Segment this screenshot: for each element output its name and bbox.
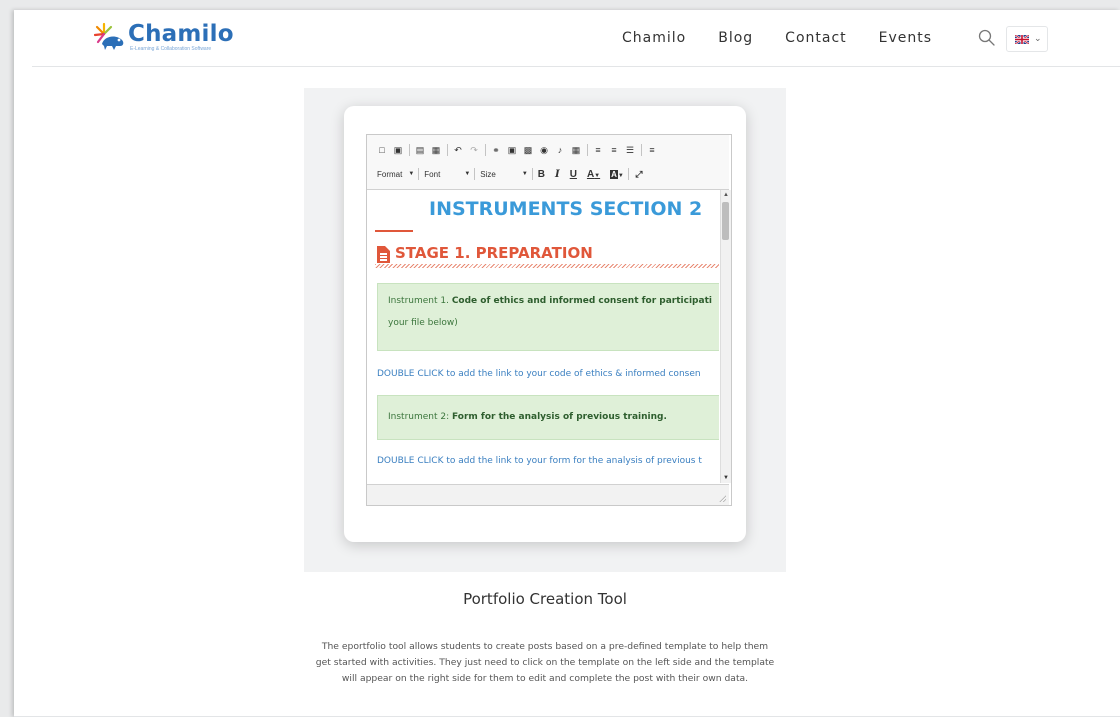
scrollbar-thumb[interactable] [722, 202, 729, 240]
hatched-divider [375, 264, 719, 268]
editor-content[interactable]: INSTRUMENTS SECTION 2 STAGE 1. PREPARATI… [367, 190, 719, 483]
title-underline [375, 230, 413, 232]
search-icon[interactable] [977, 28, 997, 48]
toolbar-separator [587, 144, 588, 156]
feature-title: Portfolio Creation Tool [463, 590, 627, 608]
new-page-icon[interactable]: □ [377, 145, 387, 155]
instrument-1-prefix: Instrument 1. [388, 296, 452, 306]
size-dropdown-label: Size [480, 169, 496, 179]
page: Chamilo E-Learning & Collaboration Softw… [14, 10, 1120, 717]
site-logo[interactable]: Chamilo E-Learning & Collaboration Softw… [94, 22, 234, 52]
flash-icon[interactable]: ◉ [539, 145, 549, 155]
font-dropdown[interactable]: Font ▼ [424, 170, 470, 179]
instrument-2-title: Form for the analysis of previous traini… [452, 412, 667, 422]
paste-word-icon[interactable]: ▦ [431, 145, 441, 155]
bold-button[interactable]: B [538, 169, 545, 180]
chevron-down-icon: ⌄ [1034, 33, 1042, 43]
resize-handle-icon[interactable] [719, 495, 726, 502]
horizontal-rule-icon[interactable]: ☰ [625, 145, 635, 155]
chameleon-logo-icon [94, 22, 124, 50]
scroll-up-icon[interactable]: ▲ [723, 192, 729, 198]
redo-icon[interactable]: ↷ [469, 145, 479, 155]
instrument-2-prefix: Instrument 2: [388, 412, 452, 422]
nav-item-events[interactable]: Events [879, 30, 932, 46]
add-link-instruction-2[interactable]: DOUBLE CLICK to add the link to your for… [377, 456, 702, 466]
text-color-button[interactable]: A▼ [587, 169, 600, 180]
document-title: INSTRUMENTS SECTION 2 [429, 198, 703, 220]
align-left-icon[interactable]: ≡ [647, 145, 657, 155]
toolbar-separator [531, 168, 533, 180]
italic-button[interactable]: I [555, 169, 560, 180]
document-icon [377, 246, 390, 263]
instrument-2-box: Instrument 2: Form for the analysis of p… [377, 395, 719, 440]
toolbar-separator [485, 144, 486, 156]
toolbar-separator [627, 168, 629, 180]
format-dropdown[interactable]: Format ▼ [377, 170, 414, 179]
toolbar-separator [641, 144, 642, 156]
dropdown-arrow-icon: ▼ [617, 172, 624, 179]
image-icon[interactable]: ▣ [507, 145, 517, 155]
numbered-list-icon[interactable]: ≡ [609, 145, 619, 155]
format-dropdown-label: Format [377, 169, 403, 179]
editor-card: □ ▣ ▤ ▦ ↶ ↷ ⚭ ▣ ▩ ◉ ♪ ▦ ≡ ≡ ☰ ≡ Format ▼… [344, 106, 746, 542]
toolbar-separator [474, 168, 476, 180]
description-line-1: The eportfolio tool allows students to c… [321, 641, 769, 652]
nav-item-contact[interactable]: Contact [785, 30, 846, 46]
nav-item-blog[interactable]: Blog [718, 30, 753, 46]
font-dropdown-label: Font [424, 169, 441, 179]
logo-wordmark: Chamilo [128, 21, 234, 47]
dropdown-arrow-icon: ▼ [464, 171, 471, 177]
dropdown-arrow-icon: ▼ [408, 171, 415, 177]
paste-icon[interactable]: ▤ [415, 145, 425, 155]
editor-toolbar: □ ▣ ▤ ▦ ↶ ↷ ⚭ ▣ ▩ ◉ ♪ ▦ ≡ ≡ ☰ ≡ Format ▼… [367, 135, 729, 190]
table-icon[interactable]: ▦ [571, 145, 581, 155]
undo-icon[interactable]: ↶ [453, 145, 463, 155]
page-icon[interactable]: ▣ [393, 145, 403, 155]
link-icon[interactable]: ⚭ [491, 145, 501, 155]
editor-scrollbar[interactable]: ▲ ▼ [720, 190, 731, 483]
nav-item-chamilo[interactable]: Chamilo [622, 30, 686, 46]
toolbar-row-1: □ ▣ ▤ ▦ ↶ ↷ ⚭ ▣ ▩ ◉ ♪ ▦ ≡ ≡ ☰ ≡ [377, 141, 663, 159]
stage-heading: STAGE 1. PREPARATION [395, 244, 593, 262]
language-selector[interactable]: ⌄ [1006, 26, 1048, 52]
instrument-1-continuation: your file below) [388, 318, 458, 328]
scroll-down-icon[interactable]: ▼ [723, 475, 729, 481]
description-line-2: get started with activities. They just n… [315, 657, 775, 668]
background-color-button[interactable]: A▼ [610, 169, 624, 180]
feature-description: The eportfolio tool allows students to c… [302, 639, 788, 687]
toolbar-separator [409, 144, 410, 156]
size-dropdown[interactable]: Size ▼ [480, 170, 528, 179]
site-header: Chamilo E-Learning & Collaboration Softw… [32, 10, 1120, 67]
editor-statusbar [367, 484, 729, 505]
dropdown-arrow-icon: ▼ [521, 171, 528, 177]
uk-flag-icon [1015, 35, 1029, 44]
description-line-3: will appear on the right side for them t… [341, 673, 749, 684]
maximize-icon[interactable]: ⤢ [634, 169, 644, 179]
rich-text-editor[interactable]: □ ▣ ▤ ▦ ↶ ↷ ⚭ ▣ ▩ ◉ ♪ ▦ ≡ ≡ ☰ ≡ Format ▼… [366, 134, 732, 506]
dropdown-arrow-icon: ▼ [594, 172, 601, 179]
toolbar-separator [418, 168, 420, 180]
underline-button[interactable]: U [570, 169, 577, 180]
main-nav: Chamilo Blog Contact Events [622, 30, 964, 46]
instrument-1-box: Instrument 1. Code of ethics and informe… [377, 283, 719, 351]
bg-color-icon: A [610, 169, 618, 179]
add-link-instruction-1[interactable]: DOUBLE CLICK to add the link to your cod… [377, 369, 701, 379]
toolbar-row-2: Format ▼ Font ▼ Size ▼ B I U A▼ A▼ ⤢ [377, 165, 650, 183]
audio-icon[interactable]: ♪ [555, 145, 565, 155]
toolbar-separator [447, 144, 448, 156]
feature-screenshot-frame: □ ▣ ▤ ▦ ↶ ↷ ⚭ ▣ ▩ ◉ ♪ ▦ ≡ ≡ ☰ ≡ Format ▼… [304, 88, 786, 572]
instrument-1-title: Code of ethics and informed consent for … [451, 296, 712, 306]
video-icon[interactable]: ▩ [523, 145, 533, 155]
stage-heading-block: STAGE 1. PREPARATION [375, 244, 719, 268]
bulleted-list-icon[interactable]: ≡ [593, 145, 603, 155]
